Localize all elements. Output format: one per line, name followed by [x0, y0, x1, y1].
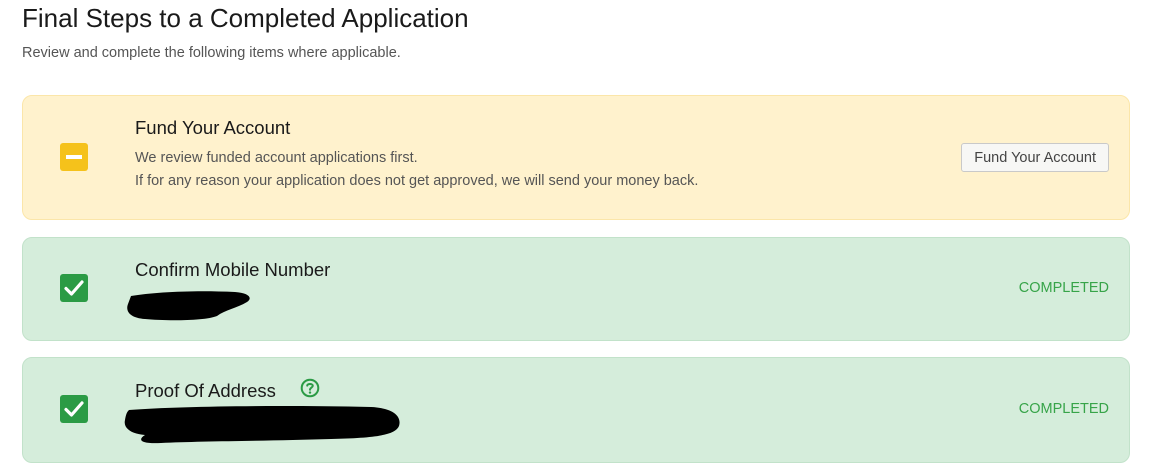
step-description-line: If for any reason your application does … [135, 173, 699, 189]
page-title: Final Steps to a Completed Application [22, 3, 469, 33]
redaction-mark [124, 406, 400, 444]
question-circle-icon[interactable] [300, 378, 320, 398]
step-title: Fund Your Account [135, 117, 291, 138]
step-card-proof-of-address: Proof Of Address COMPLETED [22, 357, 1130, 463]
status-badge: COMPLETED [1018, 401, 1109, 417]
fund-account-button[interactable]: Fund Your Account [961, 143, 1109, 172]
minus-square-icon [60, 143, 88, 171]
step-card-confirm-mobile: Confirm Mobile Number COMPLETED [22, 237, 1130, 341]
step-description-line: We review funded account applications fi… [135, 150, 418, 166]
step-title: Proof Of Address [135, 380, 276, 401]
check-square-icon [60, 274, 88, 302]
page-subtitle: Review and complete the following items … [22, 45, 401, 61]
check-square-icon [60, 395, 88, 423]
redaction-mark [127, 291, 250, 321]
step-title: Confirm Mobile Number [135, 259, 331, 280]
status-badge: COMPLETED [1018, 280, 1109, 296]
step-card-fund-account: Fund Your Account We review funded accou… [22, 95, 1130, 220]
